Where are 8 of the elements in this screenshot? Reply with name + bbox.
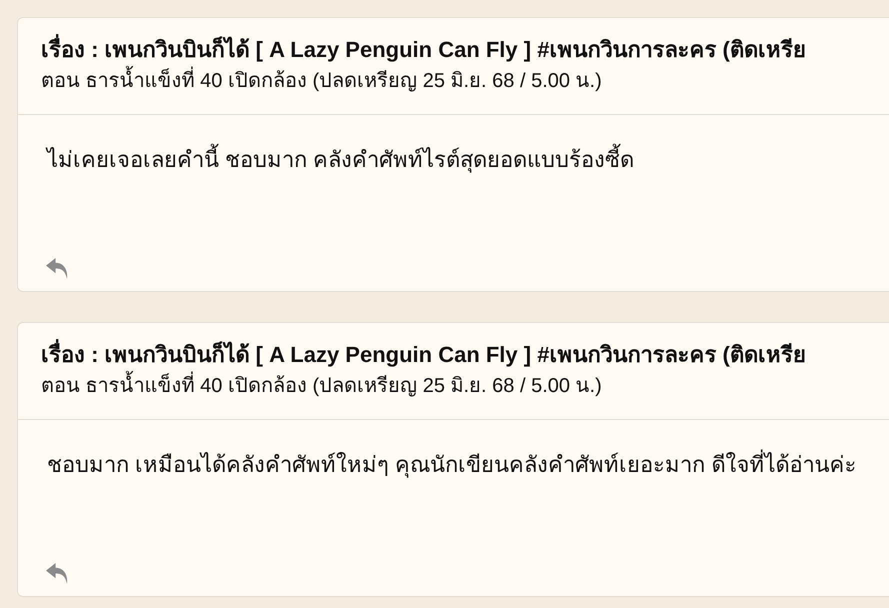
episode-info: ตอน ธารน้ำแข็งที่ 40 เปิดกล้อง (ปลดเหรียญ 25 มิ.ย. 68 / 5.00 น.) [41,66,602,96]
comment-text: ไม่เคยเจอเลยคำนี้ ชอบมาก คลังคำศัพท์ไรต์สุดยอดแบบร้องซี้ด [47,144,634,176]
comment-text: ชอบมาก เหมือนได้คลังคำศัพท์ใหม่ๆ คุณนักเขียนคลังคำศัพท์เยอะมาก ดีใจที่ได้อ่านค่ะ [47,449,856,481]
story-title: เรื่อง : เพนกวินบินก็ได้ [ A Lazy Penguin Can Fly ] #เพนกวินการละคร (ติดเหรีย [41,34,806,66]
episode-info: ตอน ธารน้ำแข็งที่ 40 เปิดกล้อง (ปลดเหรียญ 25 มิ.ย. 68 / 5.00 น.) [41,371,602,401]
reply-icon[interactable] [46,258,69,279]
story-title: เรื่อง : เพนกวินบินก็ได้ [ A Lazy Penguin Can Fly ] #เพนกวินการละคร (ติดเหรีย [41,339,806,371]
reply-icon[interactable] [46,563,69,584]
